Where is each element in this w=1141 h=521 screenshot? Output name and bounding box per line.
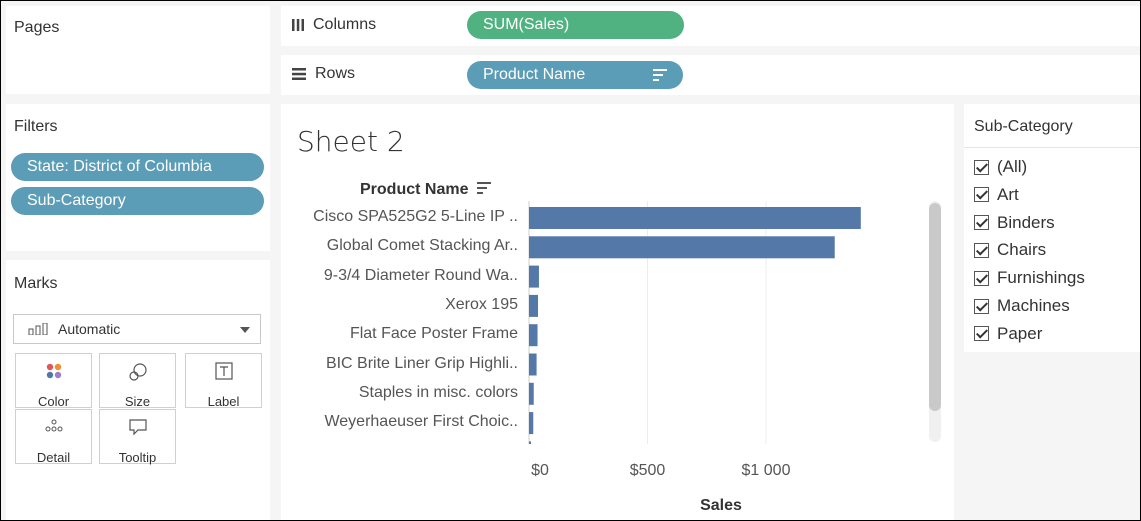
checkbox[interactable]	[974, 215, 989, 231]
rows-icon	[292, 68, 306, 80]
row-label[interactable]: Xerox 195	[445, 296, 518, 314]
pages-title: Pages	[14, 19, 60, 36]
checkbox[interactable]	[974, 187, 989, 203]
tooltip-icon	[128, 419, 147, 436]
checkbox[interactable]	[974, 159, 989, 175]
sub-category-option[interactable]: Furnishings	[974, 268, 1085, 288]
filter-pill-sub-category[interactable]: Sub-Category	[11, 187, 264, 215]
sub-category-option-label: Paper	[997, 323, 1043, 343]
marks-size-label: Size	[124, 394, 151, 409]
tableau-workspace: Pages Columns SUM(Sales) Rows Product Na…	[0, 0, 1141, 521]
marks-color-label: Color	[37, 394, 70, 409]
sub-category-option-label: Chairs	[997, 240, 1047, 260]
sub-category-option[interactable]: Paper	[974, 324, 1042, 344]
sub-category-option[interactable]: Binders	[974, 213, 1055, 233]
marks-size-card[interactable]: Size	[99, 353, 176, 409]
row-label[interactable]: Cisco SPA525G2 5-Line IP ..	[313, 208, 518, 226]
sub-category-option[interactable]: Machines	[974, 296, 1070, 316]
filters-title: Filters	[14, 118, 58, 135]
row-label[interactable]: BIC Brite Liner Grip Highli..	[326, 355, 518, 373]
rows-pill-product-name[interactable]: Product Name	[467, 61, 683, 89]
color-palette-icon	[46, 363, 61, 379]
scrollbar-thumb[interactable]	[929, 203, 941, 411]
columns-shelf[interactable]: Columns SUM(Sales)	[281, 6, 1140, 46]
checkbox[interactable]	[974, 326, 989, 342]
rows-shelf[interactable]: Rows Product Name	[281, 55, 1140, 95]
sub-category-option-label: Furnishings	[997, 268, 1085, 288]
row-header-label: Product Name	[360, 181, 469, 198]
size-icon	[128, 363, 147, 381]
filter-pill-state[interactable]: State: District of Columbia	[11, 153, 264, 181]
checkbox[interactable]	[974, 270, 989, 286]
sub-category-option-label: Machines	[997, 296, 1070, 315]
row-header[interactable]: Product Name	[360, 181, 491, 199]
sort-descending-icon[interactable]	[653, 69, 667, 81]
row-label[interactable]: Weyerhaeuser First Choic..	[324, 413, 518, 431]
columns-icon	[292, 19, 304, 31]
marks-label-card[interactable]: Label	[185, 353, 262, 409]
bar-mark-icon	[28, 323, 48, 335]
row-label[interactable]: Flat Face Poster Frame	[350, 325, 518, 343]
sheet-title: Sheet 2	[297, 125, 405, 158]
marks-tooltip-label: Tooltip	[118, 450, 157, 465]
sub-category-option-label: (All)	[997, 157, 1028, 176]
rows-pill-label: Product Name	[483, 66, 586, 83]
sort-descending-icon[interactable]	[476, 182, 491, 194]
sub-category-option[interactable]: Chairs	[974, 240, 1046, 260]
sub-category-title: Sub-Category	[974, 118, 1073, 135]
chevron-down-icon	[240, 327, 250, 333]
divider	[964, 147, 1140, 148]
marks-color-card[interactable]: Color	[15, 353, 92, 409]
row-label[interactable]: Global Comet Stacking Ar..	[327, 237, 518, 255]
rows-label-text: Rows	[315, 65, 356, 82]
columns-shelf-label: Columns	[291, 16, 376, 34]
marks-title: Marks	[14, 275, 58, 292]
row-label[interactable]: 9-3/4 Diameter Round Wa..	[324, 267, 518, 285]
checkbox[interactable]	[974, 298, 989, 314]
checkbox[interactable]	[974, 242, 989, 258]
sub-category-option[interactable]: Art	[974, 185, 1019, 205]
columns-label-text: Columns	[313, 16, 377, 33]
marks-detail-label: Detail	[36, 450, 71, 465]
mark-type-label: Automatic	[58, 321, 121, 337]
sub-category-option[interactable]: (All)	[974, 157, 1027, 177]
marks-tooltip-card[interactable]: Tooltip	[99, 409, 176, 465]
columns-pill-sum-sales[interactable]: SUM(Sales)	[467, 11, 684, 39]
text-label-icon	[214, 362, 233, 380]
marks-detail-card[interactable]: Detail	[15, 409, 92, 465]
mark-type-dropdown[interactable]: Automatic	[13, 314, 261, 344]
sub-category-option-label: Binders	[997, 212, 1055, 232]
sub-category-option-label: Art	[997, 184, 1019, 204]
pages-panel: Pages	[6, 6, 270, 94]
rows-shelf-label: Rows	[291, 65, 355, 83]
marks-label-label: Label	[207, 394, 240, 409]
row-label[interactable]: Staples in misc. colors	[359, 384, 518, 402]
view-panel	[281, 104, 954, 520]
detail-dots-icon	[45, 419, 62, 432]
